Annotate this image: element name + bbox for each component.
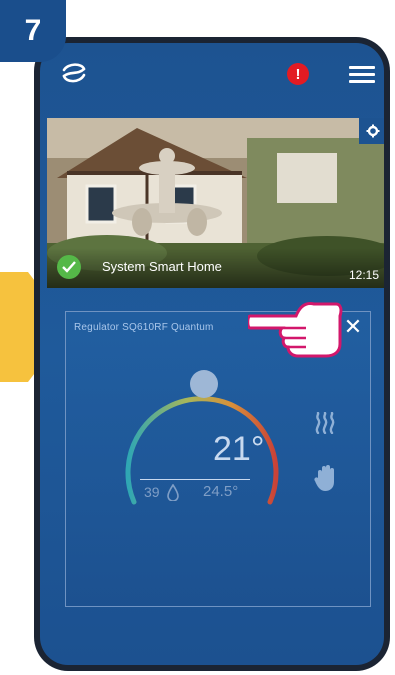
top-bar: ! <box>40 43 384 103</box>
hamburger-menu-icon[interactable] <box>349 66 375 84</box>
temperature-gauge[interactable] <box>96 362 296 542</box>
current-temperature: 24.5° <box>203 483 239 500</box>
set-temperature: 21° <box>213 430 265 468</box>
heating-icon <box>315 412 335 434</box>
alert-badge[interactable]: ! <box>287 63 309 85</box>
settings-button[interactable] <box>359 118 384 144</box>
logo-icon[interactable] <box>60 61 88 85</box>
home-photo[interactable]: System Smart Home 12:15 <box>47 118 384 288</box>
divider <box>140 479 250 480</box>
timestamp: 12:15 <box>348 268 379 282</box>
gauge-knob <box>190 370 218 398</box>
device-title: Regulator SQ610RF Quantum <box>74 322 214 333</box>
gear-icon <box>366 124 380 138</box>
pointing-hand-icon <box>248 302 343 358</box>
system-name: System Smart Home <box>102 259 222 274</box>
humidity-value: 39 <box>144 484 160 500</box>
check-icon <box>57 255 81 279</box>
drop-icon <box>167 484 179 501</box>
close-button[interactable]: ✕ <box>342 316 364 338</box>
manual-mode-hand-icon[interactable] <box>314 464 336 492</box>
step-badge: 7 <box>0 0 66 62</box>
